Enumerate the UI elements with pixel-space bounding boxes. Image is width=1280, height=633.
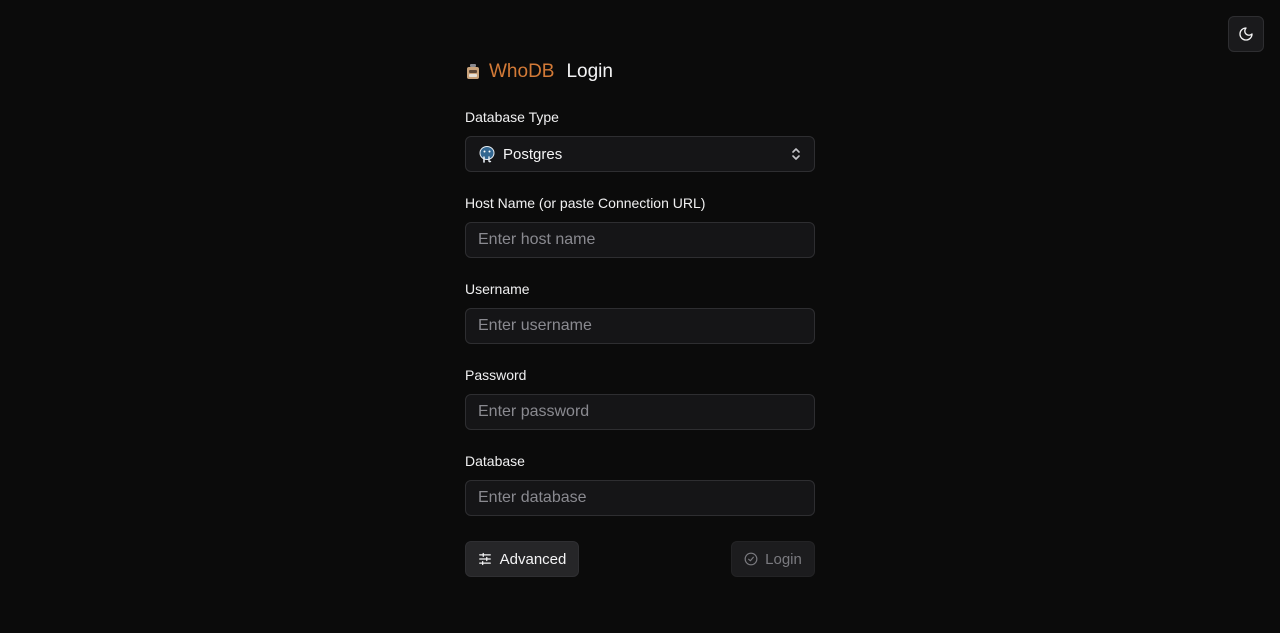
login-button[interactable]: Login xyxy=(731,541,815,577)
password-label: Password xyxy=(465,367,527,383)
database-type-value: Postgres xyxy=(503,145,563,163)
login-form: WhoDB Login Database Type Postgres Host … xyxy=(465,58,815,577)
brand-name: WhoDB xyxy=(489,61,555,82)
database-label: Database xyxy=(465,453,525,469)
database-input[interactable] xyxy=(465,480,815,516)
page-title: Login xyxy=(566,61,613,82)
advanced-button[interactable]: Advanced xyxy=(465,541,579,577)
login-header: WhoDB Login xyxy=(465,58,815,86)
postgres-elephant-icon xyxy=(478,145,496,163)
host-name-label: Host Name (or paste Connection URL) xyxy=(465,195,706,211)
username-input[interactable] xyxy=(465,308,815,344)
login-button-label: Login xyxy=(765,550,802,568)
chevron-up-down-icon xyxy=(790,147,802,161)
check-circle-icon xyxy=(744,552,758,566)
username-label: Username xyxy=(465,281,530,297)
sliders-icon xyxy=(478,552,492,566)
password-input[interactable] xyxy=(465,394,815,430)
form-actions: Advanced Login xyxy=(465,541,815,577)
database-type-label: Database Type xyxy=(465,109,559,125)
theme-toggle-button[interactable] xyxy=(1228,16,1264,52)
whodb-logo-icon xyxy=(465,63,481,81)
advanced-button-label: Advanced xyxy=(499,550,567,568)
host-name-input[interactable] xyxy=(465,222,815,258)
database-type-select[interactable]: Postgres xyxy=(465,136,815,172)
moon-icon xyxy=(1238,26,1254,42)
